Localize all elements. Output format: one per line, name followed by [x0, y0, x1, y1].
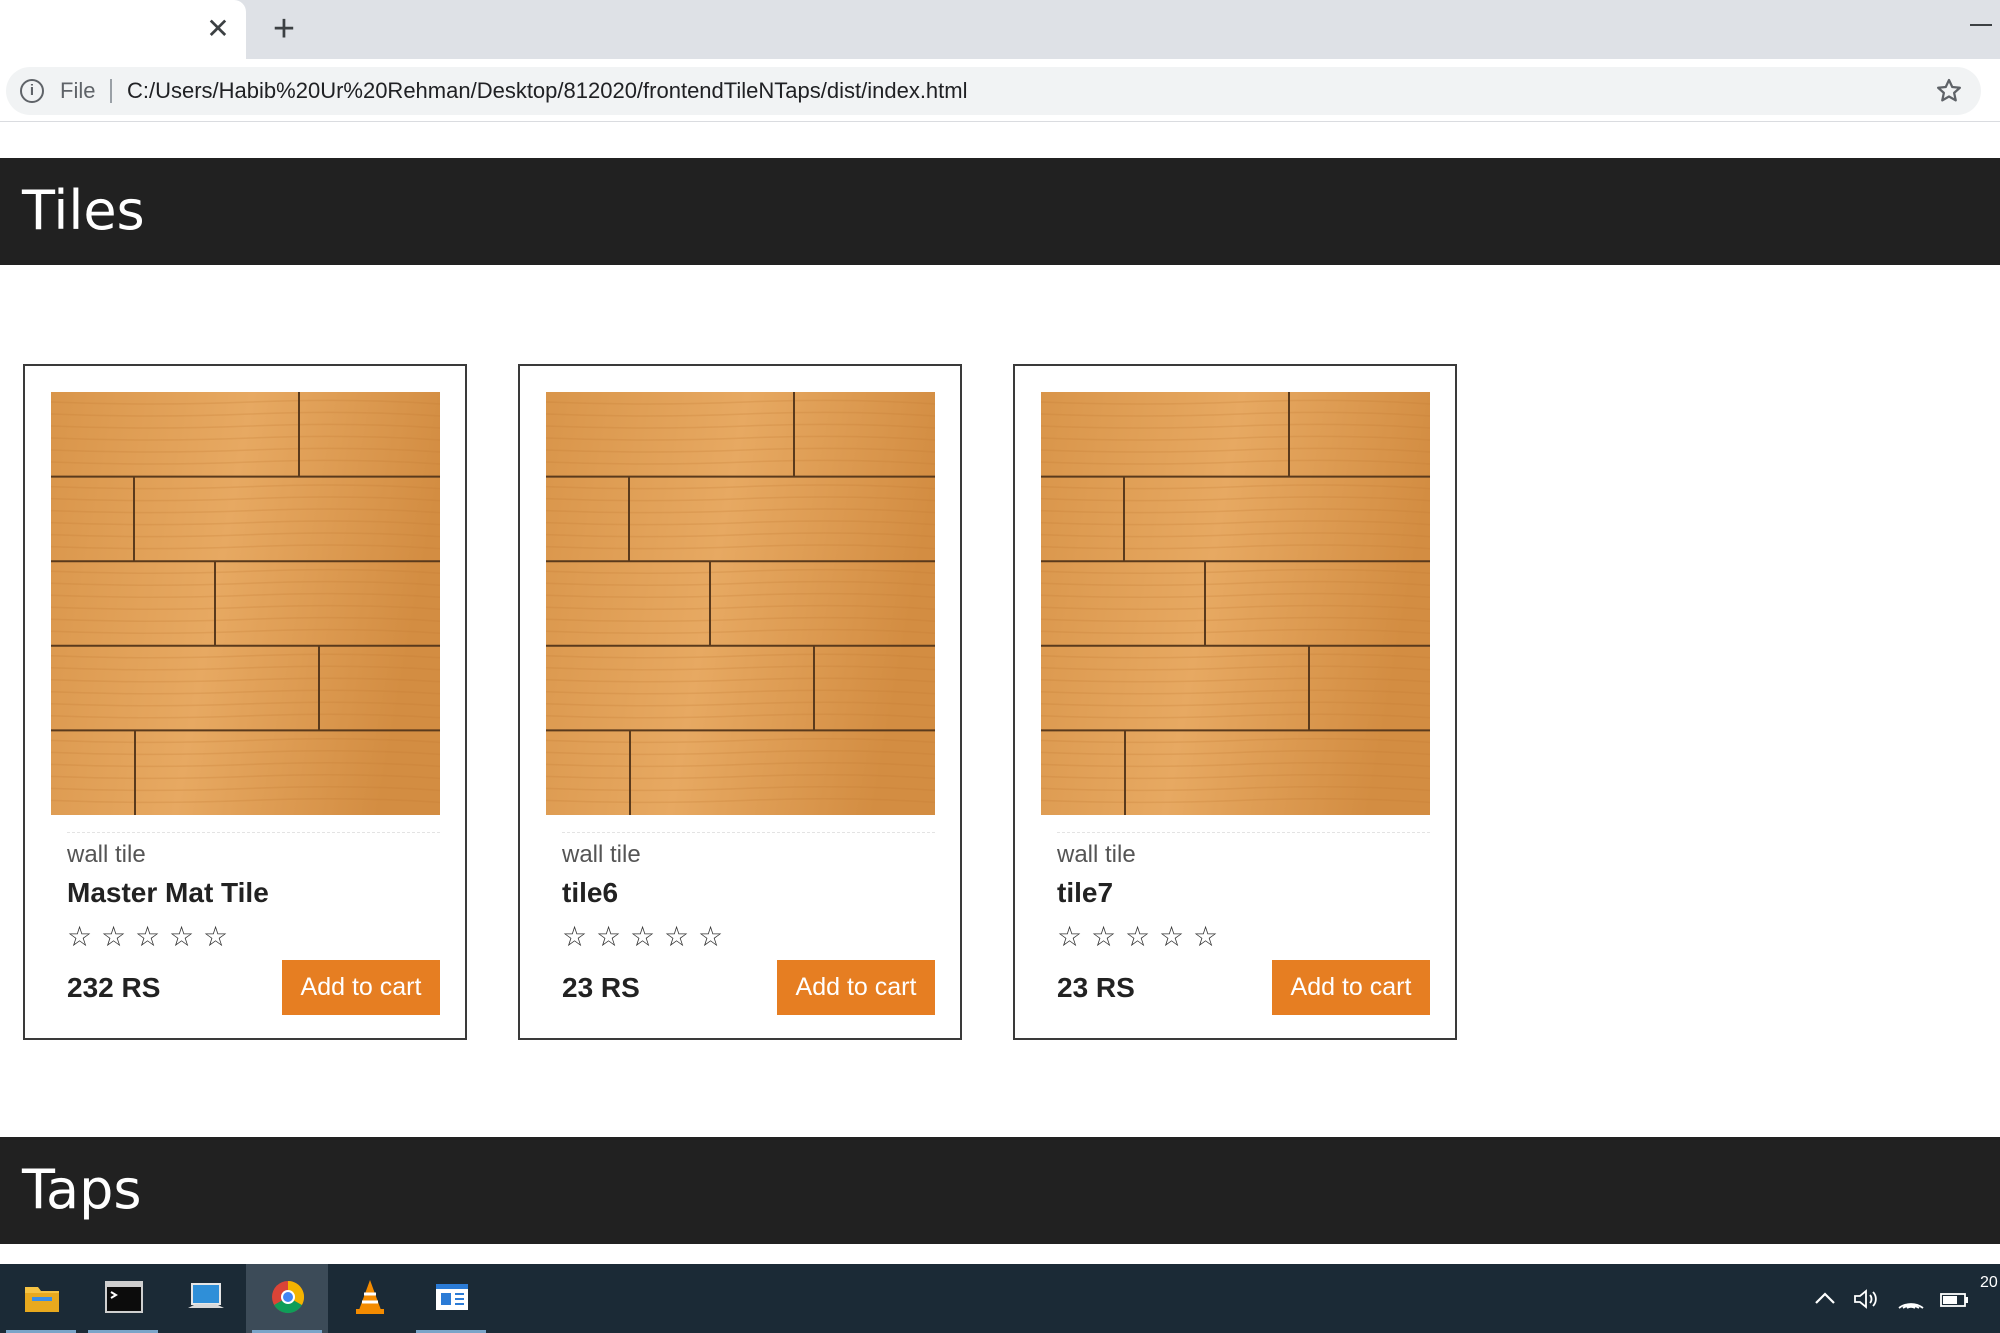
chrome-icon [272, 1281, 305, 1314]
product-card: wall tile tile7 ☆ ☆ ☆ ☆ ☆ 23 RS Add to cart [1013, 364, 1457, 1040]
star-icon[interactable]: ☆ [596, 922, 630, 952]
battery-icon[interactable] [1938, 1286, 1970, 1312]
star-rating[interactable]: ☆ ☆ ☆ ☆ ☆ [67, 922, 237, 952]
product-price: 232 RS [67, 972, 161, 1003]
address-divider [110, 79, 112, 103]
star-icon[interactable]: ☆ [101, 922, 135, 952]
star-icon[interactable]: ☆ [698, 922, 732, 952]
remote-desktop-icon [188, 1283, 224, 1308]
product-card: wall tile tile6 ☆ ☆ ☆ ☆ ☆ 23 RS Add to cart [518, 364, 962, 1040]
url-scheme-label: File [60, 78, 96, 103]
taskbar-app-command-prompt[interactable] [82, 1264, 164, 1333]
address-bar[interactable]: i File C:/Users/Habib%20Ur%20Rehman/Desk… [6, 67, 1981, 115]
product-image[interactable] [546, 392, 935, 815]
product-name[interactable]: Master Mat Tile [67, 876, 269, 910]
section-title-taps: Taps [22, 1158, 142, 1221]
product-category: wall tile [1057, 841, 1136, 868]
card-divider [562, 832, 935, 833]
product-card: wall tile Master Mat Tile ☆ ☆ ☆ ☆ ☆ 232 RS Add t… [23, 364, 467, 1040]
product-category: wall tile [67, 841, 146, 868]
windows-taskbar: 20 [0, 1264, 2000, 1333]
star-icon[interactable]: ☆ [630, 922, 664, 952]
app-window-icon [436, 1284, 468, 1310]
vlc-icon [356, 1280, 384, 1314]
star-rating[interactable]: ☆ ☆ ☆ ☆ ☆ [1057, 922, 1227, 952]
show-hidden-icons-icon[interactable] [1812, 1286, 1838, 1312]
product-price: 23 RS [1057, 972, 1135, 1003]
file-explorer-icon [25, 1287, 59, 1312]
taps-section-header: Taps [0, 1137, 2000, 1244]
tab-strip: ✕ + [0, 0, 2000, 59]
star-icon[interactable]: ☆ [1125, 922, 1159, 952]
star-icon[interactable]: ☆ [135, 922, 169, 952]
url-text[interactable]: C:/Users/Habib%20Ur%20Rehman/Desktop/812… [127, 79, 968, 103]
product-image[interactable] [1041, 392, 1430, 815]
star-icon[interactable]: ☆ [1057, 922, 1091, 952]
clock-text[interactable]: 20 [1980, 1272, 1998, 1294]
star-icon[interactable]: ☆ [67, 922, 101, 952]
taskbar-app-vlc[interactable] [328, 1264, 410, 1333]
star-icon[interactable]: ☆ [1193, 922, 1227, 952]
browser-toolbar: i File C:/Users/Habib%20Ur%20Rehman/Desk… [0, 59, 2000, 122]
star-icon[interactable]: ☆ [562, 922, 596, 952]
network-icon[interactable] [1896, 1286, 1926, 1312]
command-prompt-icon [105, 1281, 143, 1313]
section-title-tiles: Tiles [22, 179, 145, 242]
taskbar-app-window[interactable] [410, 1264, 492, 1333]
add-to-cart-button[interactable]: Add to cart [282, 960, 440, 1015]
taskbar-app-file-explorer[interactable] [0, 1264, 82, 1333]
product-category: wall tile [562, 841, 641, 868]
card-divider [67, 832, 440, 833]
taskbar-app-remote-desktop[interactable] [164, 1264, 246, 1333]
add-to-cart-button[interactable]: Add to cart [1272, 960, 1430, 1015]
taskbar-app-chrome[interactable] [246, 1264, 328, 1333]
volume-icon[interactable] [1852, 1286, 1882, 1312]
bookmark-star-icon[interactable] [1934, 76, 1964, 106]
star-icon[interactable]: ☆ [169, 922, 203, 952]
close-tab-icon[interactable]: ✕ [204, 12, 232, 46]
card-divider [1057, 832, 1430, 833]
minimize-window-button[interactable] [1970, 24, 1992, 26]
tiles-section-header: Tiles [0, 158, 2000, 265]
product-price: 23 RS [562, 972, 640, 1003]
star-icon[interactable]: ☆ [664, 922, 698, 952]
info-icon[interactable]: i [20, 79, 44, 103]
product-image[interactable] [51, 392, 440, 815]
star-rating[interactable]: ☆ ☆ ☆ ☆ ☆ [562, 922, 732, 952]
star-icon[interactable]: ☆ [203, 922, 237, 952]
star-icon[interactable]: ☆ [1159, 922, 1193, 952]
browser-tab[interactable]: ✕ [0, 0, 246, 59]
star-icon[interactable]: ☆ [1091, 922, 1125, 952]
add-to-cart-button[interactable]: Add to cart [777, 960, 935, 1015]
product-name[interactable]: tile7 [1057, 876, 1113, 910]
product-name[interactable]: tile6 [562, 876, 618, 910]
new-tab-button[interactable]: + [266, 9, 302, 49]
